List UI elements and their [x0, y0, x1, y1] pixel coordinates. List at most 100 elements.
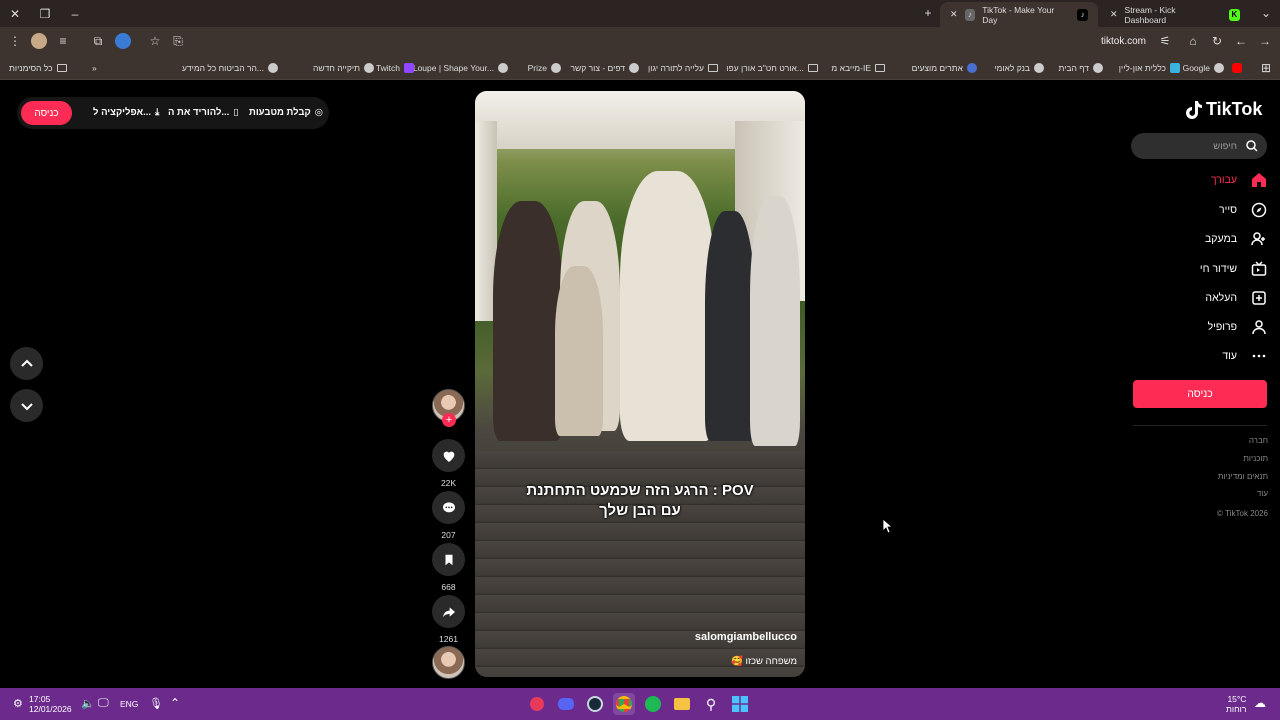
sidebar-item-for-you[interactable]: עבורך	[1150, 168, 1267, 192]
taskbar-app-media-icon[interactable]	[526, 693, 548, 715]
kick-logo-icon: K	[1228, 8, 1240, 21]
minimize-window-icon[interactable]: –	[60, 0, 90, 27]
bookmark-item[interactable]: דף הבית	[1059, 61, 1103, 75]
address-bar[interactable]: tiktok.com	[1101, 36, 1146, 47]
sidebar-item-explore[interactable]: סייר	[1150, 198, 1267, 222]
login-button[interactable]: כניסה	[21, 101, 72, 125]
search-box[interactable]	[1131, 133, 1267, 159]
bookmark-item[interactable]: דפים - צור קשר	[571, 61, 639, 75]
close-tab-icon[interactable]: ✕	[1110, 9, 1118, 20]
taskbar-search-icon[interactable]: ⚲	[700, 693, 722, 715]
sidebar-item-live[interactable]: שידור חי	[1150, 257, 1267, 281]
tab-kick[interactable]: ✕ Stream - Kick Dashboard K	[1100, 2, 1250, 27]
bookmark-item[interactable]: בנק לאומי	[994, 61, 1044, 75]
tab-tiktok[interactable]: ✕ ♪ TikTok - Make Your Day ♪	[940, 2, 1098, 27]
home-button-icon[interactable]: ⌂	[1185, 33, 1201, 49]
sidebar-item-upload[interactable]: העלאה	[1150, 286, 1267, 310]
taskbar-app-explorer-icon[interactable]	[671, 693, 693, 715]
video-player[interactable]: POV : הרגע הזה שכמעט התחתנת עם הבן שלך s…	[475, 91, 805, 677]
comment-count: 207	[441, 530, 456, 540]
video-figure	[493, 201, 563, 441]
chevron-up-icon	[20, 359, 33, 367]
tab-search-icon[interactable]: ⌄	[1258, 5, 1274, 21]
bookmark-item[interactable]: Google	[1183, 61, 1224, 75]
extensions-icon[interactable]: ⧉	[90, 33, 106, 49]
sidebar-item-more[interactable]: עוד	[1150, 344, 1267, 368]
restore-window-icon[interactable]: ❐	[30, 0, 60, 27]
get-app-link[interactable]: אפליקציה ל... ⤓	[93, 107, 159, 118]
music-disc-button[interactable]	[432, 646, 465, 679]
bookmark-item[interactable]: אתרים מוצעים	[912, 61, 977, 75]
bookmark-item[interactable]: עלייה לתורה יגון	[648, 61, 718, 75]
media-icon[interactable]: ≡	[55, 33, 71, 49]
tiktok-logo[interactable]: TikTok	[1185, 99, 1262, 120]
forward-icon[interactable]: ←	[1233, 33, 1249, 49]
taskbar-app-discord-icon[interactable]	[555, 693, 577, 715]
bookmark-item[interactable]: אורט חט"ב אורן עפו...	[726, 61, 818, 75]
microphone-icon[interactable]: 🎙	[149, 697, 163, 710]
reload-icon[interactable]: ↻	[1209, 33, 1225, 49]
bookmark-youtube[interactable]	[1232, 61, 1242, 75]
globe-icon	[1093, 63, 1103, 73]
sidebar-login-button[interactable]: כניסה	[1133, 380, 1267, 408]
folder-icon	[56, 64, 67, 72]
heart-icon	[443, 451, 454, 462]
taskbar-app-steam-icon[interactable]	[584, 693, 606, 715]
bookmark-item[interactable]: הר הביטוח כל המידע...	[182, 61, 278, 75]
windows-start-icon[interactable]	[729, 693, 751, 715]
close-window-icon[interactable]: ✕	[0, 0, 30, 27]
bookmark-star-icon[interactable]: ☆	[147, 33, 163, 49]
previous-video-button[interactable]	[10, 347, 43, 380]
back-icon[interactable]: →	[1257, 33, 1273, 49]
footer-link-company[interactable]: חברה	[1249, 436, 1268, 445]
avatar[interactable]	[31, 33, 47, 49]
new-tab-icon[interactable]: +	[920, 5, 936, 21]
more-bookmarks-icon[interactable]: »	[92, 61, 97, 75]
footer-link-terms[interactable]: תנאים ומדיניות	[1218, 472, 1268, 481]
close-tab-icon[interactable]: ✕	[950, 9, 958, 20]
download-app-link[interactable]: להוריד את ה... ▯	[168, 107, 239, 118]
youtube-icon	[1232, 63, 1242, 73]
install-app-icon[interactable]: ⎘	[170, 33, 186, 49]
sidebar-item-profile[interactable]: פרופיל	[1150, 315, 1267, 339]
tray-chevron-up-icon[interactable]: ⌃	[170, 696, 180, 710]
search-input[interactable]	[1141, 137, 1237, 155]
apps-grid-icon[interactable]: ⊞	[1258, 60, 1274, 76]
like-button[interactable]	[432, 439, 465, 472]
video-caption: POV : הרגע הזה שכמעט התחתנת עם הבן שלך	[475, 481, 805, 521]
get-coins-link[interactable]: קבלת מטבעות ◎	[249, 107, 323, 118]
weather-temp: 15°C	[1227, 694, 1247, 704]
bookmark-item[interactable]: Twitch	[376, 61, 414, 75]
bookmark-item[interactable]: מייבא מ-IE	[831, 61, 885, 75]
bookmark-item[interactable]: Loupe | Shape Your...	[413, 61, 508, 75]
next-video-button[interactable]	[10, 389, 43, 422]
taskbar-app-spotify-icon[interactable]	[642, 693, 664, 715]
share-button[interactable]	[432, 595, 465, 628]
search-icon[interactable]	[1246, 140, 1258, 152]
notification-settings-icon[interactable]: ⚙	[13, 697, 23, 710]
save-button[interactable]	[432, 543, 465, 576]
language-indicator[interactable]: ENG	[120, 699, 138, 709]
bookmark-item[interactable]: תיקייה חדשה	[313, 61, 374, 75]
weather-widget[interactable]: 15°C רוחות	[1226, 694, 1246, 714]
footer-link-programs[interactable]: תוכניות	[1243, 454, 1268, 463]
video-username[interactable]: salomgiambellucco	[695, 631, 797, 643]
menu-dots-icon[interactable]: ⋮	[7, 33, 23, 49]
taskbar-app-chrome-icon[interactable]	[613, 693, 635, 715]
music-disc-icon[interactable]	[432, 646, 465, 679]
clock[interactable]: 17:05 12/01/2026	[29, 694, 72, 714]
extension-icon[interactable]	[115, 33, 131, 49]
all-bookmarks[interactable]: כל הסימניות	[9, 61, 67, 75]
creator-avatar-button[interactable]: +	[432, 389, 465, 427]
save-action: 668	[432, 543, 465, 592]
footer-link-more[interactable]: עוד	[1257, 489, 1268, 498]
bookmark-label: Twitch	[375, 63, 400, 73]
bookmark-item[interactable]: Prize	[528, 61, 561, 75]
comment-button[interactable]	[432, 491, 465, 524]
bookmark-item[interactable]: כללית און-ליין	[1119, 61, 1180, 75]
site-settings-icon[interactable]: ⚟	[1157, 33, 1173, 49]
follow-plus-icon[interactable]: +	[442, 413, 456, 427]
volume-icon[interactable]: 🔈	[81, 697, 95, 710]
network-icon[interactable]: 🖵	[98, 697, 109, 710]
sidebar-item-following[interactable]: במעקב	[1150, 227, 1267, 251]
